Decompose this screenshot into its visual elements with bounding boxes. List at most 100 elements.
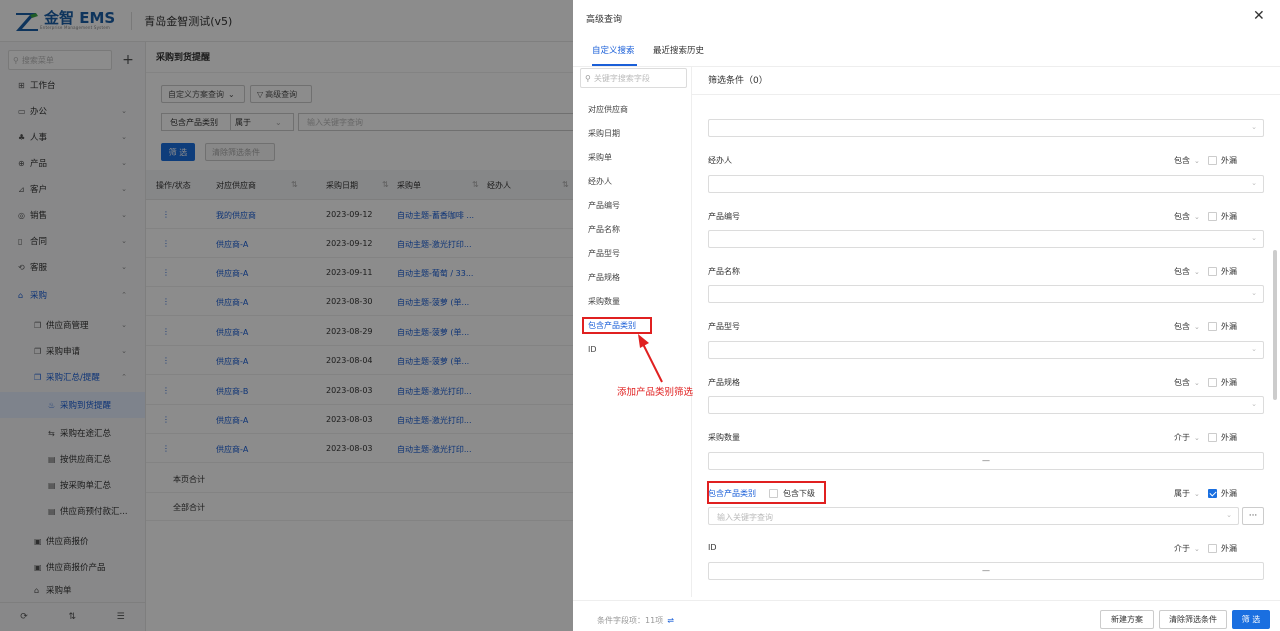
close-icon[interactable]: ✕ [1253, 8, 1265, 24]
condition-operator[interactable]: 介于 ⌄ [1174, 543, 1200, 554]
exclude-checkbox[interactable] [1208, 544, 1217, 553]
clear-conditions-button[interactable]: 清除筛选条件 [1159, 610, 1227, 629]
exclude-label: 外漏 [1221, 267, 1237, 276]
chevron-down-icon: ⌄ [1251, 234, 1257, 242]
chevron-down-icon: ⌄ [1194, 323, 1200, 331]
chevron-down-icon: ⌄ [1194, 379, 1200, 387]
chevron-down-icon: ⌄ [1194, 545, 1200, 553]
condition-operator[interactable]: 包含 ⌄ [1174, 321, 1200, 332]
drawer-footer: 条件字段项：11项 ⇌ 新建方案 清除筛选条件 筛 选 [573, 600, 1280, 631]
field-option[interactable]: 产品规格 [588, 272, 620, 283]
exclude-checkbox[interactable] [1208, 267, 1217, 276]
exclude-checkbox[interactable] [1208, 322, 1217, 331]
condition-operator[interactable]: 包含 ⌄ [1174, 155, 1200, 166]
annotation-arrow-icon [638, 334, 663, 383]
condition-label: 产品型号 [708, 322, 740, 331]
condition-operator[interactable]: 包含 ⌄ [1174, 266, 1200, 277]
condition-operator-value: 介于 [1174, 544, 1190, 553]
chevron-down-icon: ⌄ [1251, 345, 1257, 353]
exclude-checkbox[interactable] [1208, 212, 1217, 221]
tab-custom-search[interactable]: 自定义搜索 [592, 44, 635, 56]
exclude-label: 外漏 [1221, 544, 1237, 553]
exclude-label: 外漏 [1221, 378, 1237, 387]
field-option[interactable]: 对应供应商 [588, 104, 628, 115]
condition-operator-value: 包含 [1174, 378, 1190, 387]
advanced-search-drawer: 高级查询 ✕ 自定义搜索 最近搜索历史 ⚲ 关键字搜索字段 对应供应商 采购日期… [573, 0, 1280, 631]
chevron-down-icon: ⌄ [1251, 400, 1257, 408]
divider [692, 94, 1280, 95]
condition-label: 产品规格 [708, 378, 740, 387]
condition-label: 经办人 [708, 156, 732, 165]
condition-operator-value: 包含 [1174, 267, 1190, 276]
apply-filter-button[interactable]: 筛 选 [1232, 610, 1270, 629]
condition-operator-value: 包含 [1174, 212, 1190, 221]
condition-operator[interactable]: 介于 ⌄ [1174, 432, 1200, 443]
chevron-down-icon: ⌄ [1251, 289, 1257, 297]
condition-operator[interactable]: 属于 ⌄ [1174, 488, 1200, 499]
field-option[interactable]: 采购单 [588, 152, 612, 163]
condition-operator[interactable]: 包含 ⌄ [1174, 377, 1200, 388]
exclude-label: 外漏 [1221, 156, 1237, 165]
range-separator: — [982, 566, 990, 575]
chevron-down-icon: ⌄ [1194, 157, 1200, 165]
field-option[interactable]: 采购日期 [588, 128, 620, 139]
conditions-pane: 筛选条件（0） ⌄ 经办人 包含 ⌄ 外漏 ⌄ 产品编号 包含 ⌄ 外漏 ⌄ 产品名… [692, 67, 1280, 597]
range-input[interactable]: — [708, 562, 1264, 580]
field-option[interactable]: 产品型号 [588, 248, 620, 259]
condition-operator-value: 属于 [1174, 489, 1190, 498]
condition-input[interactable]: ⌄ [708, 175, 1264, 193]
field-option[interactable]: 产品名称 [588, 224, 620, 235]
condition-input[interactable]: ⌄ [708, 341, 1264, 359]
annotation-text: 添加产品类别筛选 [617, 387, 694, 398]
condition-input[interactable]: ⌄ [708, 396, 1264, 414]
condition-input[interactable]: ⌄ [708, 119, 1264, 137]
settings-icon[interactable]: ⇌ [667, 616, 674, 625]
category-search-input[interactable]: 输入关键字查询 ⌄ [708, 507, 1239, 525]
chevron-down-icon: ⌄ [1251, 179, 1257, 187]
condition-operator-value: 包含 [1174, 156, 1190, 165]
condition-input[interactable]: ⌄ [708, 230, 1264, 248]
exclude-label: 外漏 [1221, 433, 1237, 442]
condition-operator-value: 包含 [1174, 322, 1190, 331]
field-count-label: 条件字段项：11项 ⇌ [597, 615, 674, 626]
category-placeholder: 输入关键字查询 [717, 513, 773, 522]
exclude-checkbox[interactable] [1208, 378, 1217, 387]
exclude-label: 外漏 [1221, 322, 1237, 331]
modal-mask[interactable] [0, 0, 573, 631]
field-option[interactable]: 采购数量 [588, 296, 620, 307]
chevron-down-icon: ⌄ [1194, 434, 1200, 442]
annotation-box-condition [707, 481, 826, 504]
exclude-checkbox-checked[interactable] [1208, 489, 1217, 498]
chevron-down-icon: ⌄ [1251, 123, 1257, 131]
condition-operator[interactable]: 包含 ⌄ [1174, 211, 1200, 222]
exclude-label: 外漏 [1221, 212, 1237, 221]
field-option[interactable]: 产品编号 [588, 200, 620, 211]
condition-operator-value: 介于 [1174, 433, 1190, 442]
new-scheme-button[interactable]: 新建方案 [1100, 610, 1154, 629]
exclude-checkbox[interactable] [1208, 433, 1217, 442]
field-option[interactable]: 经办人 [588, 176, 612, 187]
chevron-down-icon: ⌄ [1194, 490, 1200, 498]
field-search-placeholder: 关键字搜索字段 [593, 73, 650, 83]
field-search-input[interactable]: ⚲ 关键字搜索字段 [580, 68, 687, 88]
condition-label: 产品名称 [708, 267, 740, 276]
exclude-label: 外漏 [1221, 489, 1237, 498]
condition-label: 产品编号 [708, 212, 740, 221]
chevron-down-icon: ⌄ [1226, 511, 1232, 519]
drawer-title: 高级查询 [586, 15, 623, 25]
exclude-checkbox[interactable] [1208, 156, 1217, 165]
chevron-down-icon: ⌄ [1194, 213, 1200, 221]
condition-label: 采购数量 [708, 433, 740, 442]
search-icon: ⚲ [585, 73, 591, 83]
condition-label: ID [708, 543, 717, 552]
field-count-text: 条件字段项：11项 [597, 616, 664, 625]
range-input[interactable]: — [708, 452, 1264, 470]
scrollbar[interactable] [1273, 250, 1277, 400]
chevron-down-icon: ⌄ [1194, 268, 1200, 276]
range-separator: — [982, 456, 990, 465]
condition-input[interactable]: ⌄ [708, 285, 1264, 303]
field-option[interactable]: ID [588, 345, 597, 354]
more-options-button[interactable]: ··· [1242, 507, 1264, 525]
tab-search-history[interactable]: 最近搜索历史 [653, 44, 704, 56]
condition-count: 筛选条件（0） [708, 76, 768, 86]
